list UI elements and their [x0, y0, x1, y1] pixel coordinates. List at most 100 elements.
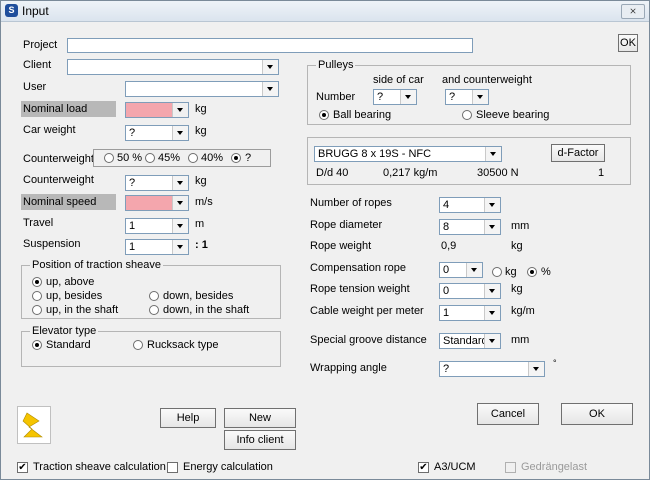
ts-option-up-shaft: up, in the shaft [46, 304, 119, 316]
cw-radio-45[interactable] [145, 153, 155, 163]
traction-sheave-title: Position of traction sheave [30, 259, 164, 271]
chevron-down-icon [172, 176, 188, 190]
energy-calc-checkbox[interactable] [167, 462, 178, 473]
gedrangelast-checkbox[interactable] [505, 462, 516, 473]
suspension-select[interactable]: 1 [125, 239, 189, 255]
chevron-down-icon [466, 263, 482, 277]
ts-radio-down-besides[interactable] [149, 291, 159, 301]
info-client-button[interactable]: Info client [224, 430, 296, 450]
car-pulleys-value: ? [377, 91, 384, 103]
rope-diameter-label: Rope diameter [310, 219, 383, 231]
travel-label: Travel [23, 217, 54, 229]
cw-pulleys-value: ? [449, 91, 456, 103]
number-of-ropes-value: 4 [443, 199, 450, 211]
help-button[interactable]: Help [160, 408, 216, 428]
ts-option-down-shaft: down, in the shaft [163, 304, 250, 316]
car-weight-unit: kg [195, 125, 207, 137]
nominal-load-select[interactable] [125, 102, 189, 118]
chevron-down-icon [485, 147, 501, 161]
rope-weight-per-m: 0,217 kg/m [383, 167, 438, 179]
counterweight-label: Counterweight [23, 174, 94, 186]
a3ucm-label: A3/UCM [434, 461, 476, 473]
rope-tension-unit: kg [511, 283, 523, 295]
close-button[interactable]: ⨯ [621, 4, 645, 19]
client-label: Client [23, 59, 52, 71]
travel-select[interactable]: 1 [125, 218, 189, 234]
a3ucm-checkbox[interactable]: ✔ [418, 462, 429, 473]
car-weight-label: Car weight [23, 124, 76, 136]
compensation-rope-select[interactable]: 0 [439, 262, 483, 278]
special-groove-select[interactable]: Standard [439, 333, 501, 349]
cw-option-50: 50 % [117, 152, 143, 164]
rope-weight-label: Rope weight [310, 240, 372, 252]
comp-pct-label: % [541, 266, 551, 278]
ts-option-down-besides: down, besides [163, 290, 234, 302]
et-option-standard: Standard [46, 339, 91, 351]
chevron-down-icon [484, 306, 500, 320]
special-groove-unit: mm [511, 334, 530, 346]
chevron-down-icon [172, 196, 188, 210]
app-icon: S [5, 4, 18, 17]
title-bar: S Input ⨯ [1, 1, 649, 22]
user-select[interactable] [125, 81, 279, 97]
energy-calc-label: Energy calculation [183, 461, 273, 473]
cw-radio-unknown[interactable] [231, 153, 241, 163]
rope-tension-value: 0 [443, 285, 450, 297]
cable-weight-unit: kg/m [511, 305, 535, 317]
nominal-speed-label: Nominal speed [21, 194, 116, 210]
ok-top-button[interactable]: OK [618, 34, 638, 52]
gedrangelast-label: Gedrängelast [521, 461, 588, 473]
number-of-ropes-label: Number of ropes [310, 197, 392, 209]
comp-kg-radio[interactable] [492, 267, 502, 277]
car-pulleys-select[interactable]: ? [373, 89, 417, 105]
ok-button[interactable]: OK [561, 403, 633, 425]
number-of-ropes-select[interactable]: 4 [439, 197, 501, 213]
and-counterweight-label: and counterweight [442, 74, 532, 86]
counterweight-select[interactable]: ? [125, 175, 189, 191]
new-button[interactable]: New [224, 408, 296, 428]
et-radio-rucksack[interactable] [133, 340, 143, 350]
dd-ratio: D/d 40 [316, 167, 349, 179]
sleeve-bearing-radio[interactable] [462, 110, 472, 120]
rope-type-select[interactable]: BRUGG 8 x 19S - NFC [314, 146, 502, 162]
sleeve-bearing-label: Sleeve bearing [476, 109, 550, 121]
ts-radio-down-shaft[interactable] [149, 305, 159, 315]
nominal-speed-select[interactable] [125, 195, 189, 211]
cw-option-40: 40% [201, 152, 224, 164]
ts-radio-up-shaft[interactable] [32, 305, 42, 315]
comp-pct-radio[interactable] [527, 267, 537, 277]
nominal-load-unit: kg [195, 103, 207, 115]
counterweight-pct-label: Counterweight [23, 153, 94, 165]
chevron-down-icon [172, 240, 188, 254]
special-groove-value: Standard [443, 335, 488, 347]
et-radio-standard[interactable] [32, 340, 42, 350]
travel-value: 1 [129, 220, 136, 232]
ts-radio-up-above[interactable] [32, 277, 42, 287]
cancel-button[interactable]: Cancel [477, 403, 539, 425]
counterweight-unit: kg [195, 175, 207, 187]
project-input[interactable] [67, 38, 473, 53]
rope-weight-value: 0,9 [441, 240, 457, 252]
ts-radio-up-besides[interactable] [32, 291, 42, 301]
d-factor-button[interactable]: d-Factor [551, 144, 605, 162]
rope-diameter-select[interactable]: 8 [439, 219, 501, 235]
rope-type-value: BRUGG 8 x 19S - NFC [318, 148, 432, 160]
ball-bearing-radio[interactable] [319, 110, 329, 120]
elevator-type-title: Elevator type [30, 325, 99, 337]
traction-calc-checkbox[interactable]: ✔ [17, 462, 28, 473]
suspension-unit: : 1 [195, 239, 208, 251]
nominal-load-label: Nominal load [21, 101, 116, 117]
nominal-speed-unit: m/s [195, 196, 213, 208]
pulleys-title: Pulleys [316, 59, 356, 71]
cable-weight-label: Cable weight per meter [310, 305, 424, 317]
client-select[interactable] [67, 59, 279, 75]
car-weight-select[interactable]: ? [125, 125, 189, 141]
rope-factor: 1 [598, 167, 605, 179]
cw-pulleys-select[interactable]: ? [445, 89, 489, 105]
cw-radio-40[interactable] [188, 153, 198, 163]
cw-radio-50[interactable] [104, 153, 114, 163]
cable-weight-select[interactable]: 1 [439, 305, 501, 321]
rope-tension-select[interactable]: 0 [439, 283, 501, 299]
rope-weight-unit: kg [511, 240, 523, 252]
wrapping-angle-select[interactable]: ? [439, 361, 545, 377]
